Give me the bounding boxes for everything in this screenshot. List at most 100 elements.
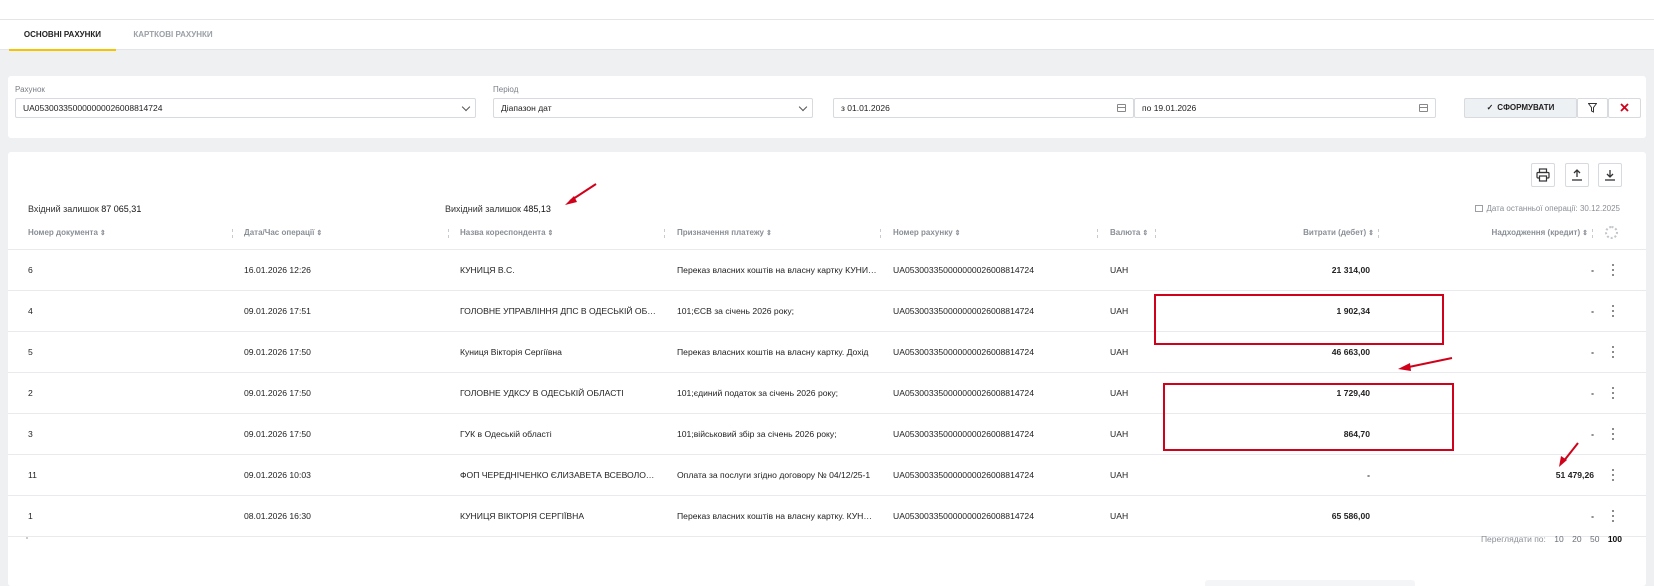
sort-icon: ⇕ bbox=[954, 230, 961, 237]
closing-balance-value: 485,13 bbox=[523, 204, 551, 214]
column-resizer[interactable] bbox=[1155, 229, 1156, 238]
last-operation-date: Дата останньої операції: 30.12.2025 bbox=[1475, 204, 1620, 213]
cell-credit: - bbox=[1591, 347, 1594, 357]
column-header-doc[interactable]: Номер документа ⇕ bbox=[28, 218, 106, 248]
cell-doc-number: 1 bbox=[28, 511, 33, 521]
column-resizer[interactable] bbox=[448, 229, 449, 238]
gear-icon[interactable] bbox=[1605, 226, 1618, 239]
date-to-value: по 19.01.2026 bbox=[1142, 103, 1197, 113]
closing-balance: Вихідний залишок 485,13 bbox=[445, 204, 551, 214]
column-header-date[interactable]: Дата/Час операції ⇕ bbox=[244, 218, 322, 248]
page-size-50[interactable]: 50 bbox=[1590, 534, 1599, 544]
table-row[interactable]: 1 08.01.2026 16:30 КУНИЦЯ ВІКТОРІЯ СЕРГІЇВ… bbox=[8, 495, 1646, 536]
clear-filters-button[interactable] bbox=[1608, 98, 1641, 118]
cell-purpose: 101;військовий збір за січень 2026 року; bbox=[677, 429, 837, 439]
sort-icon: ⇕ bbox=[316, 230, 323, 237]
table-row[interactable]: 11 09.01.2026 10:03 ФОП ЧЕРЕДНІЧЕНКО ЄЛИЗА… bbox=[8, 454, 1646, 495]
cell-debit: 1 902,34 bbox=[1336, 306, 1370, 316]
table-row[interactable]: 4 09.01.2026 17:51 ГОЛОВНЕ УПРАВЛІННЯ ДПС … bbox=[8, 290, 1646, 331]
page-size-100[interactable]: 100 bbox=[1608, 534, 1622, 544]
page-size-20[interactable]: 20 bbox=[1572, 534, 1581, 544]
table-row[interactable]: 6 16.01.2026 12:26 КУНИЦЯ В.С. Переказ влас… bbox=[8, 249, 1646, 290]
table-row[interactable]: 3 09.01.2026 17:50 ГУК в Одеській області 1… bbox=[8, 413, 1646, 454]
row-menu-icon[interactable] bbox=[1607, 469, 1619, 483]
column-resizer[interactable] bbox=[1592, 229, 1593, 238]
calendar-icon[interactable] bbox=[1419, 104, 1428, 112]
upload-button[interactable] bbox=[1565, 163, 1589, 187]
column-header-credit[interactable]: Надходження (кредит) ⇕ bbox=[1408, 218, 1588, 248]
cell-currency: UAH bbox=[1110, 388, 1129, 398]
column-header-correspondent[interactable]: Назва кореспондента ⇕ bbox=[460, 218, 553, 248]
row-menu-icon[interactable] bbox=[1607, 346, 1619, 360]
column-header-account[interactable]: Номер рахунку ⇕ bbox=[893, 218, 961, 248]
cell-account: UA053003350000000026008814724 bbox=[893, 306, 1034, 316]
chevron-down-icon bbox=[461, 102, 471, 112]
cell-credit: - bbox=[1591, 306, 1594, 316]
table-row[interactable]: 2 09.01.2026 17:50 ГОЛОВНЕ УДКСУ В ОДЕСЬКІ… bbox=[8, 372, 1646, 413]
column-header-currency[interactable]: Валюта ⇕ bbox=[1110, 218, 1148, 248]
cell-purpose: Оплата за послуги згідно договору № 04/1… bbox=[677, 470, 871, 480]
account-select[interactable]: UA053003350000000026008814724 bbox=[15, 98, 476, 118]
cell-account: UA053003350000000026008814724 bbox=[893, 511, 1034, 521]
column-resizer[interactable] bbox=[880, 229, 881, 238]
cell-currency: UAH bbox=[1110, 265, 1129, 275]
date-from-input[interactable]: з 01.01.2026 bbox=[833, 98, 1134, 118]
filter-icon bbox=[1587, 103, 1598, 113]
account-label: Рахунок bbox=[15, 85, 45, 94]
period-select[interactable]: Діапазон дат bbox=[493, 98, 813, 118]
cell-currency: UAH bbox=[1110, 306, 1129, 316]
cell-account: UA053003350000000026008814724 bbox=[893, 388, 1034, 398]
table-row[interactable]: 5 09.01.2026 17:50 Куниця Вікторія Сергіїв… bbox=[8, 331, 1646, 372]
cell-purpose: Переказ власних коштів на власну картку … bbox=[677, 265, 877, 275]
column-resizer[interactable] bbox=[232, 229, 233, 238]
sort-icon: ⇕ bbox=[1368, 230, 1374, 237]
sort-icon: ⇕ bbox=[1142, 230, 1149, 237]
sort-icon: ⇕ bbox=[99, 230, 106, 237]
tab-card-accounts[interactable]: КАРТКОВІ РАХУНКИ bbox=[128, 20, 218, 50]
opening-balance-value: 87 065,31 bbox=[101, 204, 142, 214]
row-menu-icon[interactable] bbox=[1607, 305, 1619, 319]
cell-purpose: Переказ власних коштів на власну картку.… bbox=[677, 511, 877, 521]
download-button[interactable] bbox=[1598, 163, 1622, 187]
cell-date: 08.01.2026 16:30 bbox=[244, 511, 311, 521]
print-button[interactable] bbox=[1531, 163, 1555, 187]
sort-icon: ⇕ bbox=[547, 230, 554, 237]
column-header-purpose[interactable]: Призначення платежу ⇕ bbox=[677, 218, 772, 248]
row-menu-icon[interactable] bbox=[1607, 264, 1619, 278]
filter-button[interactable] bbox=[1577, 98, 1608, 118]
cell-credit: - bbox=[1591, 511, 1594, 521]
cell-debit: 1 729,40 bbox=[1336, 388, 1370, 398]
date-to-input[interactable]: по 19.01.2026 bbox=[1134, 98, 1436, 118]
column-header-debit[interactable]: Витрати (дебет) ⇕ bbox=[1208, 218, 1374, 248]
table-bottom-border bbox=[8, 536, 1646, 537]
cell-currency: UAH bbox=[1110, 429, 1129, 439]
cell-doc-number: 5 bbox=[28, 347, 33, 357]
cell-account: UA053003350000000026008814724 bbox=[893, 265, 1034, 275]
submit-report-button[interactable]: ✓ СФОРМУВАТИ bbox=[1464, 98, 1577, 118]
row-menu-icon[interactable] bbox=[1607, 510, 1619, 524]
tab-main-accounts[interactable]: ОСНОВНІ РАХУНКИ bbox=[9, 20, 116, 51]
cell-date: 09.01.2026 17:50 bbox=[244, 429, 311, 439]
pagination-dot bbox=[26, 537, 28, 539]
filter-panel: Рахунок UA053003350000000026008814724 Пе… bbox=[8, 76, 1646, 138]
date-from-value: з 01.01.2026 bbox=[841, 103, 890, 113]
sort-icon: ⇕ bbox=[1582, 230, 1588, 237]
column-resizer[interactable] bbox=[1378, 229, 1379, 238]
last-operation-text: Дата останньої операції: 30.12.2025 bbox=[1486, 204, 1620, 213]
column-resizer[interactable] bbox=[1097, 229, 1098, 238]
cell-purpose: 101;ЄСВ за січень 2026 року; bbox=[677, 306, 795, 316]
calendar-icon[interactable] bbox=[1117, 104, 1126, 112]
cell-account: UA053003350000000026008814724 bbox=[893, 429, 1034, 439]
cell-credit: 51 479,26 bbox=[1555, 470, 1594, 480]
account-tabs: ОСНОВНІ РАХУНКИ КАРТКОВІ РАХУНКИ bbox=[0, 20, 1654, 51]
column-resizer[interactable] bbox=[664, 229, 665, 238]
cell-doc-number: 11 bbox=[28, 470, 37, 480]
period-label: Період bbox=[493, 85, 519, 94]
account-select-value: UA053003350000000026008814724 bbox=[23, 103, 163, 113]
cell-date: 09.01.2026 17:51 bbox=[244, 306, 311, 316]
row-menu-icon[interactable] bbox=[1607, 387, 1619, 401]
page-size-10[interactable]: 10 bbox=[1554, 534, 1563, 544]
cell-debit: - bbox=[1367, 470, 1370, 480]
row-menu-icon[interactable] bbox=[1607, 428, 1619, 442]
cell-account: UA053003350000000026008814724 bbox=[893, 347, 1034, 357]
